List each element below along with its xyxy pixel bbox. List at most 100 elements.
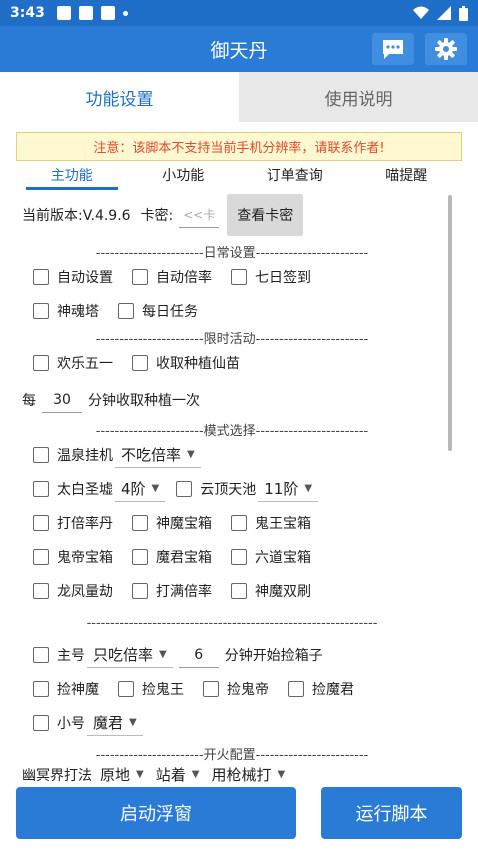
demon-lord-box-checkbox[interactable] [132,549,148,565]
scrollbar[interactable] [448,195,452,451]
card-label: 卡密: [140,208,174,224]
run-script-button[interactable]: 运行脚本 [321,787,462,839]
harvest-minutes-input[interactable]: 30 [42,387,82,413]
ghost-emperor-box-checkbox[interactable] [33,549,49,565]
dropdown-arrow-icon: ▼ [304,483,313,494]
pickup-god-demon-checkbox[interactable] [33,681,49,697]
pickup-ghost-king-label: 捡鬼王 [142,682,184,698]
taibai-label: 太白圣墟 [57,482,113,498]
section-fire: -----------------------开火配置-------------… [95,748,369,762]
daily-task-label: 每日任务 [142,304,198,320]
ghost-emperor-box-label: 鬼帝宝箱 [57,550,113,566]
six-way-box-label: 六道宝箱 [255,550,311,566]
section-mode: -----------------------模式选择-------------… [95,424,369,438]
resolution-warning: 注意：该脚本不支持当前手机分辨率，请联系作者! [16,132,462,161]
auto-settings-label: 自动设置 [57,270,113,286]
ghost-king-box-checkbox[interactable] [231,515,247,531]
harvest-prefix: 每 [22,393,36,409]
god-demon-box-label: 神魔宝箱 [156,516,212,532]
app-bar: 御天丹 [0,26,478,72]
version-label: 当前版本:V.4.9.6 [22,208,131,224]
pickup-god-demon-label: 捡神魔 [57,682,99,698]
harvest-plant-label: 收取种植仙苗 [156,356,240,372]
grid-icon [78,6,93,20]
pickup-ghost-king-checkbox[interactable] [118,681,134,697]
happy-may-checkbox[interactable] [33,355,49,371]
taibai-select-value: 4阶 [121,480,146,498]
alt-account-checkbox[interactable] [33,715,49,731]
notification-icon [56,6,71,20]
section-daily: -----------------------日常设置-------------… [95,246,369,260]
fire-label: 幽冥界打法 [22,768,92,784]
main-account-checkbox[interactable] [33,647,49,663]
fire-select-weapon[interactable]: 用枪械打 ▼ [205,762,292,788]
hot-spring-checkbox[interactable] [33,447,49,463]
full-rate-checkbox[interactable] [132,583,148,599]
hot-spring-select-value: 不吃倍率 [121,446,182,464]
status-time: 3:43 [10,5,45,21]
hot-spring-select[interactable]: 不吃倍率 ▼ [115,442,201,468]
six-way-box-checkbox[interactable] [231,549,247,565]
happy-may-label: 欢乐五一 [57,356,113,372]
dropdown-arrow-icon: ▼ [151,483,160,494]
soul-tower-checkbox[interactable] [33,303,49,319]
soul-tower-label: 神魂塔 [57,304,99,320]
rate-dan-label: 打倍率丹 [57,516,113,532]
taibai-select[interactable]: 4阶 ▼ [115,476,166,502]
fire-select-stance-value: 站着 [155,766,186,784]
pickup-demon-lord-label: 捡魔君 [312,682,354,698]
fire-select-stance[interactable]: 站着 ▼ [149,762,206,788]
harvest-plant-checkbox[interactable] [132,355,148,371]
subtab-small[interactable]: 小功能 [128,164,240,190]
settings-button[interactable] [425,33,467,65]
ghost-king-box-label: 鬼王宝箱 [255,516,311,532]
main-account-select-value: 只吃倍率 [93,646,154,664]
app-title: 御天丹 [210,39,268,62]
alt-account-select[interactable]: 魔君 ▼ [87,710,143,736]
demon-lord-box-label: 魔君宝箱 [156,550,212,566]
cloud-top-checkbox[interactable] [176,481,193,497]
check-card-button[interactable]: 查看卡密 [227,194,304,236]
dropdown-arrow-icon: ▼ [129,717,137,728]
daily-task-checkbox[interactable] [118,303,134,319]
settings-content: 当前版本:V.4.9.6 卡密: <<卡 查看卡密 --------------… [22,190,442,788]
alt-account-label: 小号 [57,716,85,732]
pickup-suffix: 分钟开始捡箱子 [224,648,323,664]
section-limited: -----------------------限时活动-------------… [95,332,369,346]
harvest-suffix: 分钟收取种植一次 [88,393,200,409]
dragon-phoenix-checkbox[interactable] [33,583,49,599]
subtab-main[interactable]: 主功能 [16,164,128,190]
dropdown-arrow-icon: ▼ [187,449,195,460]
hot-spring-label: 温泉挂机 [57,448,113,464]
subtab-reminder[interactable]: 喵提醒 [351,164,463,190]
subtab-orders[interactable]: 订单查询 [239,164,351,190]
chat-icon [383,40,403,59]
auto-settings-checkbox[interactable] [33,269,49,285]
god-demon-box-checkbox[interactable] [132,515,148,531]
dropdown-arrow-icon: ▼ [277,769,286,780]
start-float-window-button[interactable]: 启动浮窗 [16,787,296,839]
taibai-checkbox[interactable] [33,481,49,497]
chat-button[interactable] [372,33,414,65]
wifi-icon [413,6,429,19]
pickup-demon-lord-checkbox[interactable] [288,681,304,697]
tab-function-settings[interactable]: 功能设置 [0,72,239,122]
rate-dan-checkbox[interactable] [33,515,49,531]
auto-rate-checkbox[interactable] [132,269,148,285]
cloud-top-select[interactable]: 11阶 ▼ [258,476,319,502]
auto-rate-label: 自动倍率 [156,270,212,286]
card-input[interactable]: <<卡 [179,202,220,228]
fire-select-position[interactable]: 原地 ▼ [94,762,150,788]
shield-icon [100,6,115,20]
pickup-ghost-emperor-checkbox[interactable] [203,681,219,697]
tab-instructions[interactable]: 使用说明 [239,72,478,122]
battery-icon [459,5,468,21]
pickup-ghost-emperor-label: 捡鬼帝 [227,682,269,698]
god-demon-double-checkbox[interactable] [231,583,247,599]
dropdown-arrow-icon: ▼ [136,769,144,780]
dragon-phoenix-label: 龙凤量劫 [57,584,113,600]
seven-day-checkbox[interactable] [231,269,247,285]
pickup-minutes-input[interactable]: 6 [178,642,219,668]
main-account-select[interactable]: 只吃倍率 ▼ [87,642,173,668]
dot-icon [122,10,128,16]
